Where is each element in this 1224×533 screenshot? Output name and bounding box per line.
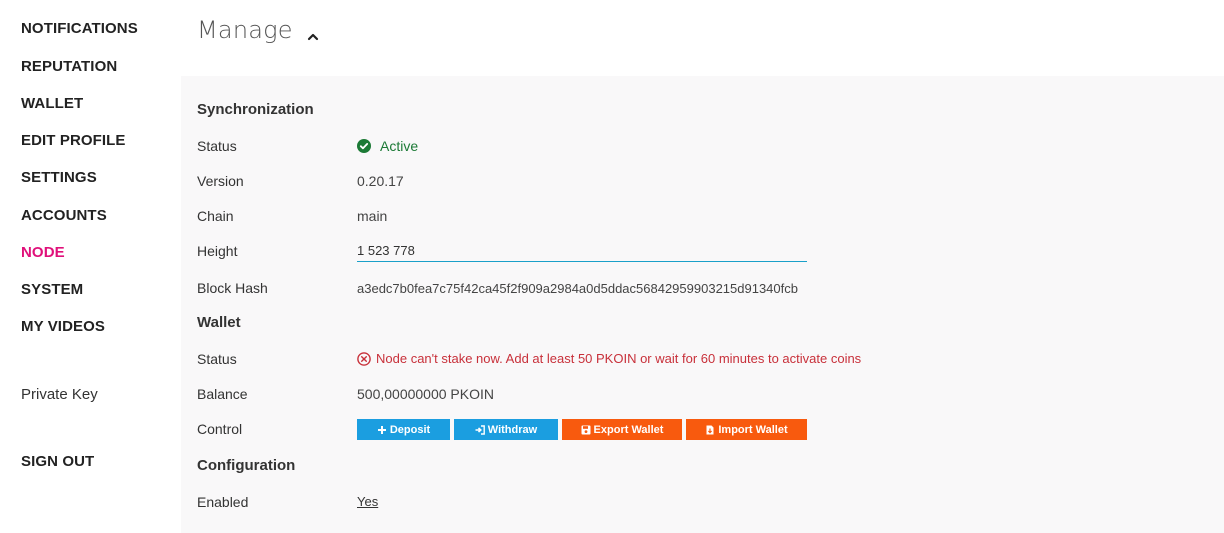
sidebar: NOTIFICATIONS REPUTATION WALLET EDIT PRO… xyxy=(0,0,181,533)
sidebar-item-system[interactable]: SYSTEM xyxy=(21,281,83,298)
enabled-toggle-link[interactable]: Yes xyxy=(357,494,378,509)
height-input[interactable] xyxy=(357,240,807,262)
sidebar-item-edit-profile[interactable]: EDIT PROFILE xyxy=(21,132,126,149)
sidebar-item-accounts[interactable]: ACCOUNTS xyxy=(21,207,107,224)
sidebar-item-notifications[interactable]: NOTIFICATIONS xyxy=(21,20,138,37)
x-circle-icon xyxy=(357,351,371,366)
chain-label: Chain xyxy=(197,208,234,224)
sync-status-label: Status xyxy=(197,138,237,154)
chevron-up-icon[interactable] xyxy=(307,27,319,41)
block-hash-value: a3edc7b0fea7c75f42ca45f2f909a2984a0d5dda… xyxy=(357,281,798,296)
sync-status-text: Active xyxy=(380,138,419,154)
sync-status-value: Active xyxy=(357,138,418,154)
page-title: Manage xyxy=(197,16,293,44)
save-icon xyxy=(581,425,591,435)
file-import-icon xyxy=(705,425,715,435)
wallet-status-value: Node can't stake now. Add at least 50 PK… xyxy=(357,351,861,366)
balance-value: 500,00000000 PKOIN xyxy=(357,386,494,402)
chain-value: main xyxy=(357,208,388,224)
version-label: Version xyxy=(197,173,244,189)
sidebar-item-node[interactable]: NODE xyxy=(21,244,65,261)
sidebar-item-my-videos[interactable]: MY VIDEOS xyxy=(21,318,105,335)
block-hash-label: Block Hash xyxy=(197,280,268,296)
enabled-label: Enabled xyxy=(197,494,249,510)
enabled-value: Yes xyxy=(357,494,378,509)
version-value: 0.20.17 xyxy=(357,173,404,189)
check-circle-icon xyxy=(357,139,371,153)
withdraw-button-label: Withdraw xyxy=(487,423,538,436)
page-header: Manage xyxy=(197,16,319,44)
balance-label: Balance xyxy=(197,386,248,402)
sidebar-item-settings[interactable]: SETTINGS xyxy=(21,169,97,186)
wallet-status-text: Node can't stake now. Add at least 50 PK… xyxy=(376,351,862,366)
section-title-synchronization: Synchronization xyxy=(197,101,314,118)
sidebar-item-reputation[interactable]: REPUTATION xyxy=(21,58,117,75)
manage-panel xyxy=(181,76,1224,533)
sign-in-icon xyxy=(475,424,485,435)
export-wallet-button-label: Export Wallet xyxy=(593,423,664,436)
height-label: Height xyxy=(197,243,238,259)
deposit-button-label: Deposit xyxy=(389,423,431,436)
deposit-button[interactable]: Deposit xyxy=(357,419,450,440)
section-title-wallet: Wallet xyxy=(197,314,241,331)
plus-icon xyxy=(377,425,387,435)
sidebar-item-wallet[interactable]: WALLET xyxy=(21,95,83,112)
withdraw-button[interactable]: Withdraw xyxy=(454,419,558,440)
export-wallet-button[interactable]: Export Wallet xyxy=(562,419,682,440)
import-wallet-button[interactable]: Import Wallet xyxy=(686,419,807,440)
section-title-configuration: Configuration xyxy=(197,457,296,474)
control-label: Control xyxy=(197,421,243,437)
wallet-status-label: Status xyxy=(197,351,237,367)
import-wallet-button-label: Import Wallet xyxy=(718,423,788,436)
sidebar-item-private-key[interactable]: Private Key xyxy=(21,386,98,403)
sign-out-link[interactable]: SIGN OUT xyxy=(21,453,94,470)
